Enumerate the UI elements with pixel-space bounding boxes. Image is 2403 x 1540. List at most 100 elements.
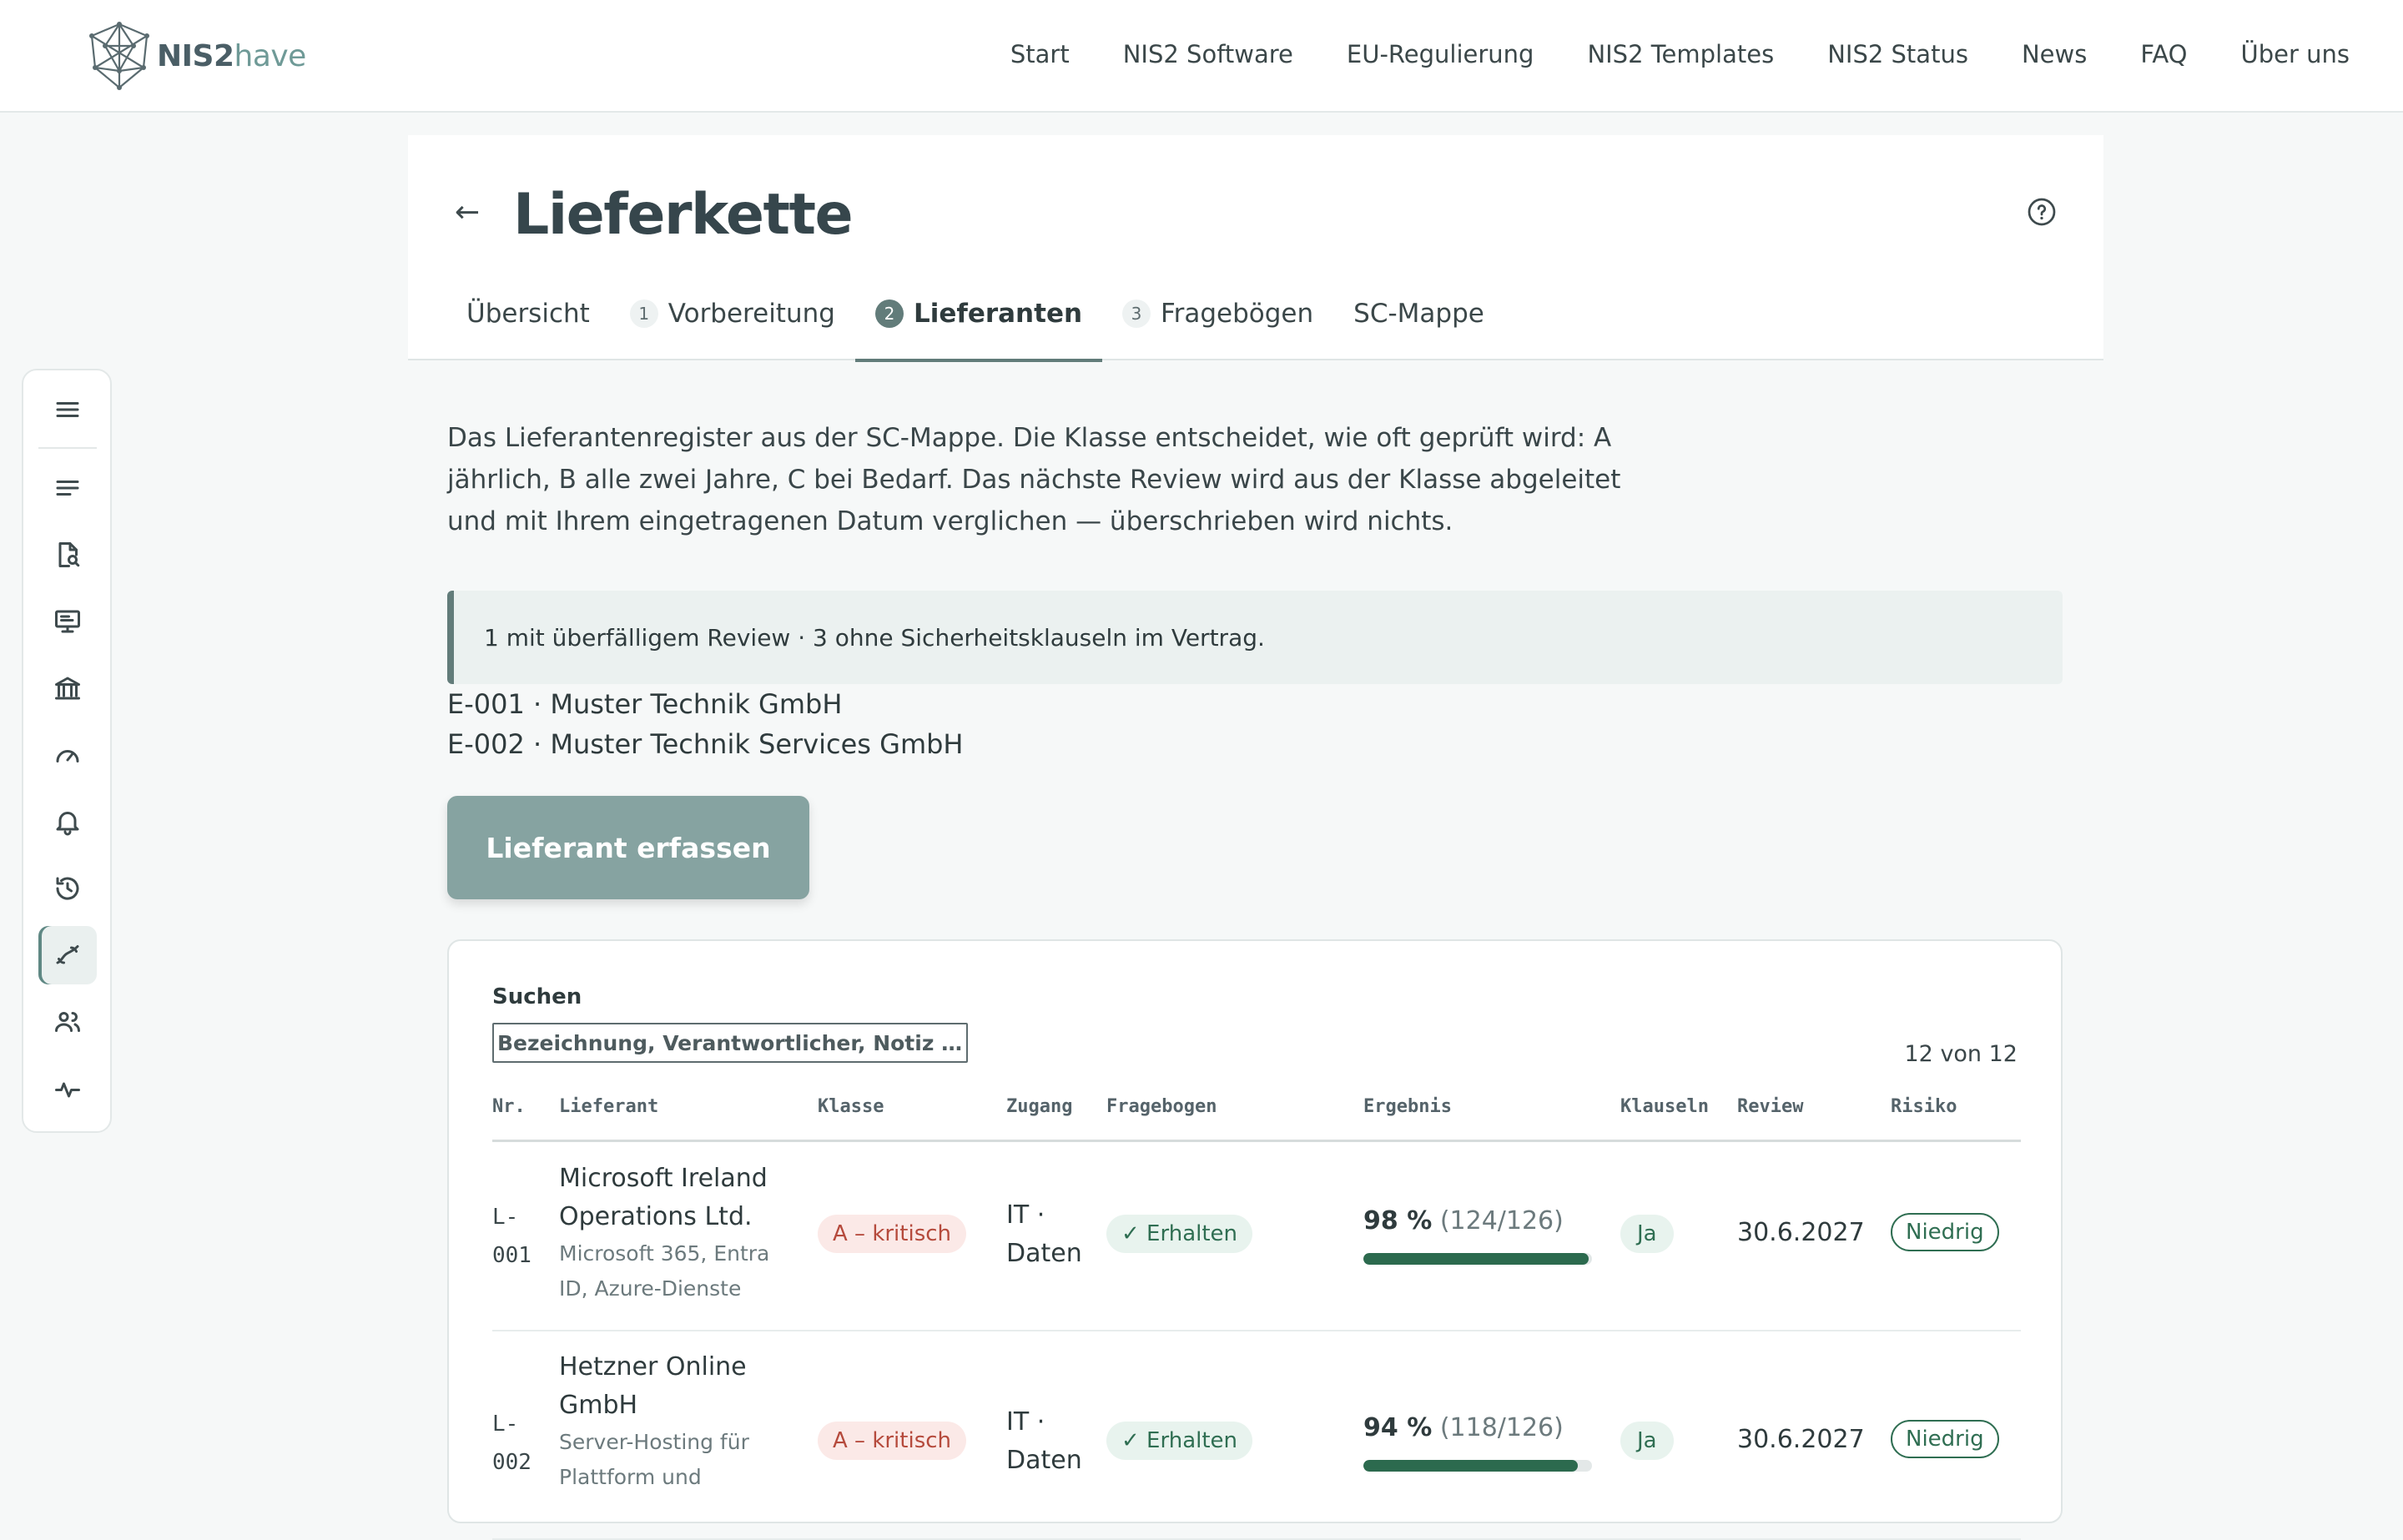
brand-name: NIS2have [157,39,306,73]
col-header-zugang[interactable]: Zugang [1006,1096,1072,1117]
back-button[interactable]: ← [455,195,480,229]
risk-badge: Niedrig [1891,1420,1999,1458]
class-cell: A – kritisch [818,1215,967,1253]
page-header: ← Lieferkette Übersicht 1 Vorbereitung 2… [408,135,2103,362]
activity-pulse-icon [55,1082,80,1098]
page-title: Lieferkette [513,182,854,248]
bank-icon [55,677,80,700]
nav-nis2-software[interactable]: NIS2 Software [1123,40,1293,68]
sidebar-item-users[interactable] [38,993,97,1051]
text-lines-icon [56,481,79,496]
supplier-number: L- 002 [492,1405,542,1482]
result-count: 12 von 12 [1904,1041,2018,1067]
nav-news[interactable]: News [2022,40,2087,68]
questionnaire-cell: ✓ Erhalten [1106,1215,1253,1253]
nav-faq[interactable]: FAQ [2140,40,2187,68]
sidebar-item-history[interactable] [38,859,97,918]
result-cell: 94 % (118/126) [1363,1413,1564,1442]
questionnaire-cell: ✓ Erhalten [1106,1422,1253,1460]
clauses-cell: Ja [1620,1215,1674,1253]
result-cell: 98 % (124/126) [1363,1206,1564,1236]
supplier-number-part: L- [492,1412,519,1437]
hamburger-icon [56,402,79,417]
tab-step-number: 3 [1122,299,1151,328]
clauses-badge: Ja [1620,1215,1674,1253]
result-progress-fill [1363,1253,1589,1265]
tab-label: Übersicht [466,299,590,329]
col-header-nr[interactable]: Nr. [492,1096,526,1117]
nav-nis2-status[interactable]: NIS2 Status [1827,40,1968,68]
sidebar-item-overview[interactable] [38,459,97,517]
gauge-icon [56,750,79,762]
sidebar [22,369,112,1133]
supplier-number-part: 001 [492,1243,531,1268]
tab-vorbereitung[interactable]: 1 Vorbereitung [610,290,855,337]
supplier-table-card: Suchen 12 von 12 Nr. Lieferant Klasse Zu… [447,939,2063,1540]
tab-label: Vorbereitung [668,299,835,329]
supplier-name[interactable]: Hetzner Online GmbH [559,1348,759,1425]
sidebar-item-documents[interactable] [38,526,97,584]
risk-cell: Niedrig [1891,1213,1999,1251]
help-icon[interactable] [2027,197,2057,227]
bell-icon [56,812,79,836]
document-search-icon [58,542,80,567]
review-date: 30.6.2027 [1737,1425,1865,1454]
questionnaire-status-badge: ✓ Erhalten [1106,1422,1253,1460]
class-cell: A – kritisch [818,1422,967,1460]
supplier-number: L- 001 [492,1198,542,1275]
class-badge: A – kritisch [818,1422,967,1460]
access-part: IT · [1006,1200,1045,1230]
step-tabs: Übersicht 1 Vorbereitung 2 Lieferanten 3… [466,290,1504,362]
search-label: Suchen [492,984,582,1009]
risk-badge: Niedrig [1891,1213,1999,1251]
brand-logo[interactable]: NIS2have [87,20,306,92]
sidebar-item-activity[interactable] [38,1059,97,1118]
supplier-info: Microsoft Ireland Operations Ltd. Micros… [559,1160,809,1306]
table-row[interactable]: L- 001 Microsoft Ireland Operations Ltd.… [492,1141,2021,1331]
brand-name-bold: NIS2 [157,38,234,73]
nav-ueber-uns[interactable]: Über uns [2241,40,2350,68]
review-date: 30.6.2027 [1737,1218,1865,1247]
sidebar-divider [38,447,97,449]
alert-supplier-item: E-002 · Muster Technik Services GmbH [447,728,964,760]
col-header-fragebogen[interactable]: Fragebogen [1106,1096,1217,1117]
col-header-klasse[interactable]: Klasse [818,1096,884,1117]
access-part: Daten [1006,1446,1082,1475]
nav-nis2-templates[interactable]: NIS2 Templates [1587,40,1774,68]
result-progress-bar [1363,1253,1592,1265]
clauses-badge: Ja [1620,1422,1674,1460]
nav-eu-regulierung[interactable]: EU-Regulierung [1347,40,1534,68]
tab-uebersicht[interactable]: Übersicht [466,290,610,337]
sidebar-item-institution[interactable] [38,659,97,717]
col-header-ergebnis[interactable]: Ergebnis [1363,1096,1452,1117]
result-percent: 94 % [1363,1413,1433,1442]
col-header-review[interactable]: Review [1737,1096,1803,1117]
tab-frageboegen[interactable]: 3 Fragebögen [1102,290,1333,337]
result-progress-fill [1363,1460,1578,1472]
col-header-risiko[interactable]: Risiko [1891,1096,1957,1117]
alert-supplier-list: E-001 · Muster Technik GmbH E-002 · Must… [447,684,963,764]
table-header: Nr. Lieferant Klasse Zugang Fragebogen E… [492,1096,2021,1142]
tab-sc-mappe[interactable]: SC-Mappe [1333,290,1504,337]
alert-supplier-item: E-001 · Muster Technik GmbH [447,688,843,720]
search-input[interactable] [492,1023,968,1063]
sidebar-item-dashboard[interactable] [38,726,97,784]
col-header-klauseln[interactable]: Klauseln [1620,1096,1709,1117]
sidebar-item-presentation[interactable] [38,592,97,651]
col-header-lieferant[interactable]: Lieferant [559,1096,658,1117]
result-progress-bar [1363,1460,1592,1472]
sidebar-item-notifications[interactable] [38,793,97,851]
sidebar-item-supply-chain[interactable] [38,926,97,984]
nav-start[interactable]: Start [1010,40,1070,68]
supplier-name[interactable]: Microsoft Ireland Operations Ltd. [559,1160,809,1236]
add-supplier-button[interactable]: Lieferant erfassen [447,796,809,899]
menu-toggle-button[interactable] [38,380,97,439]
result-percent: 98 % [1363,1206,1433,1236]
table-row[interactable]: L- 002 Hetzner Online GmbH Server-Hostin… [492,1330,2021,1540]
tab-lieferanten[interactable]: 2 Lieferanten [854,290,1103,362]
questionnaire-status-badge: ✓ Erhalten [1106,1215,1253,1253]
presentation-icon [55,610,80,633]
access-part: Daten [1006,1239,1082,1268]
alert-text: 1 mit überfälligem Review · 3 ohne Siche… [484,623,1265,652]
result-score: (118/126) [1439,1413,1564,1442]
